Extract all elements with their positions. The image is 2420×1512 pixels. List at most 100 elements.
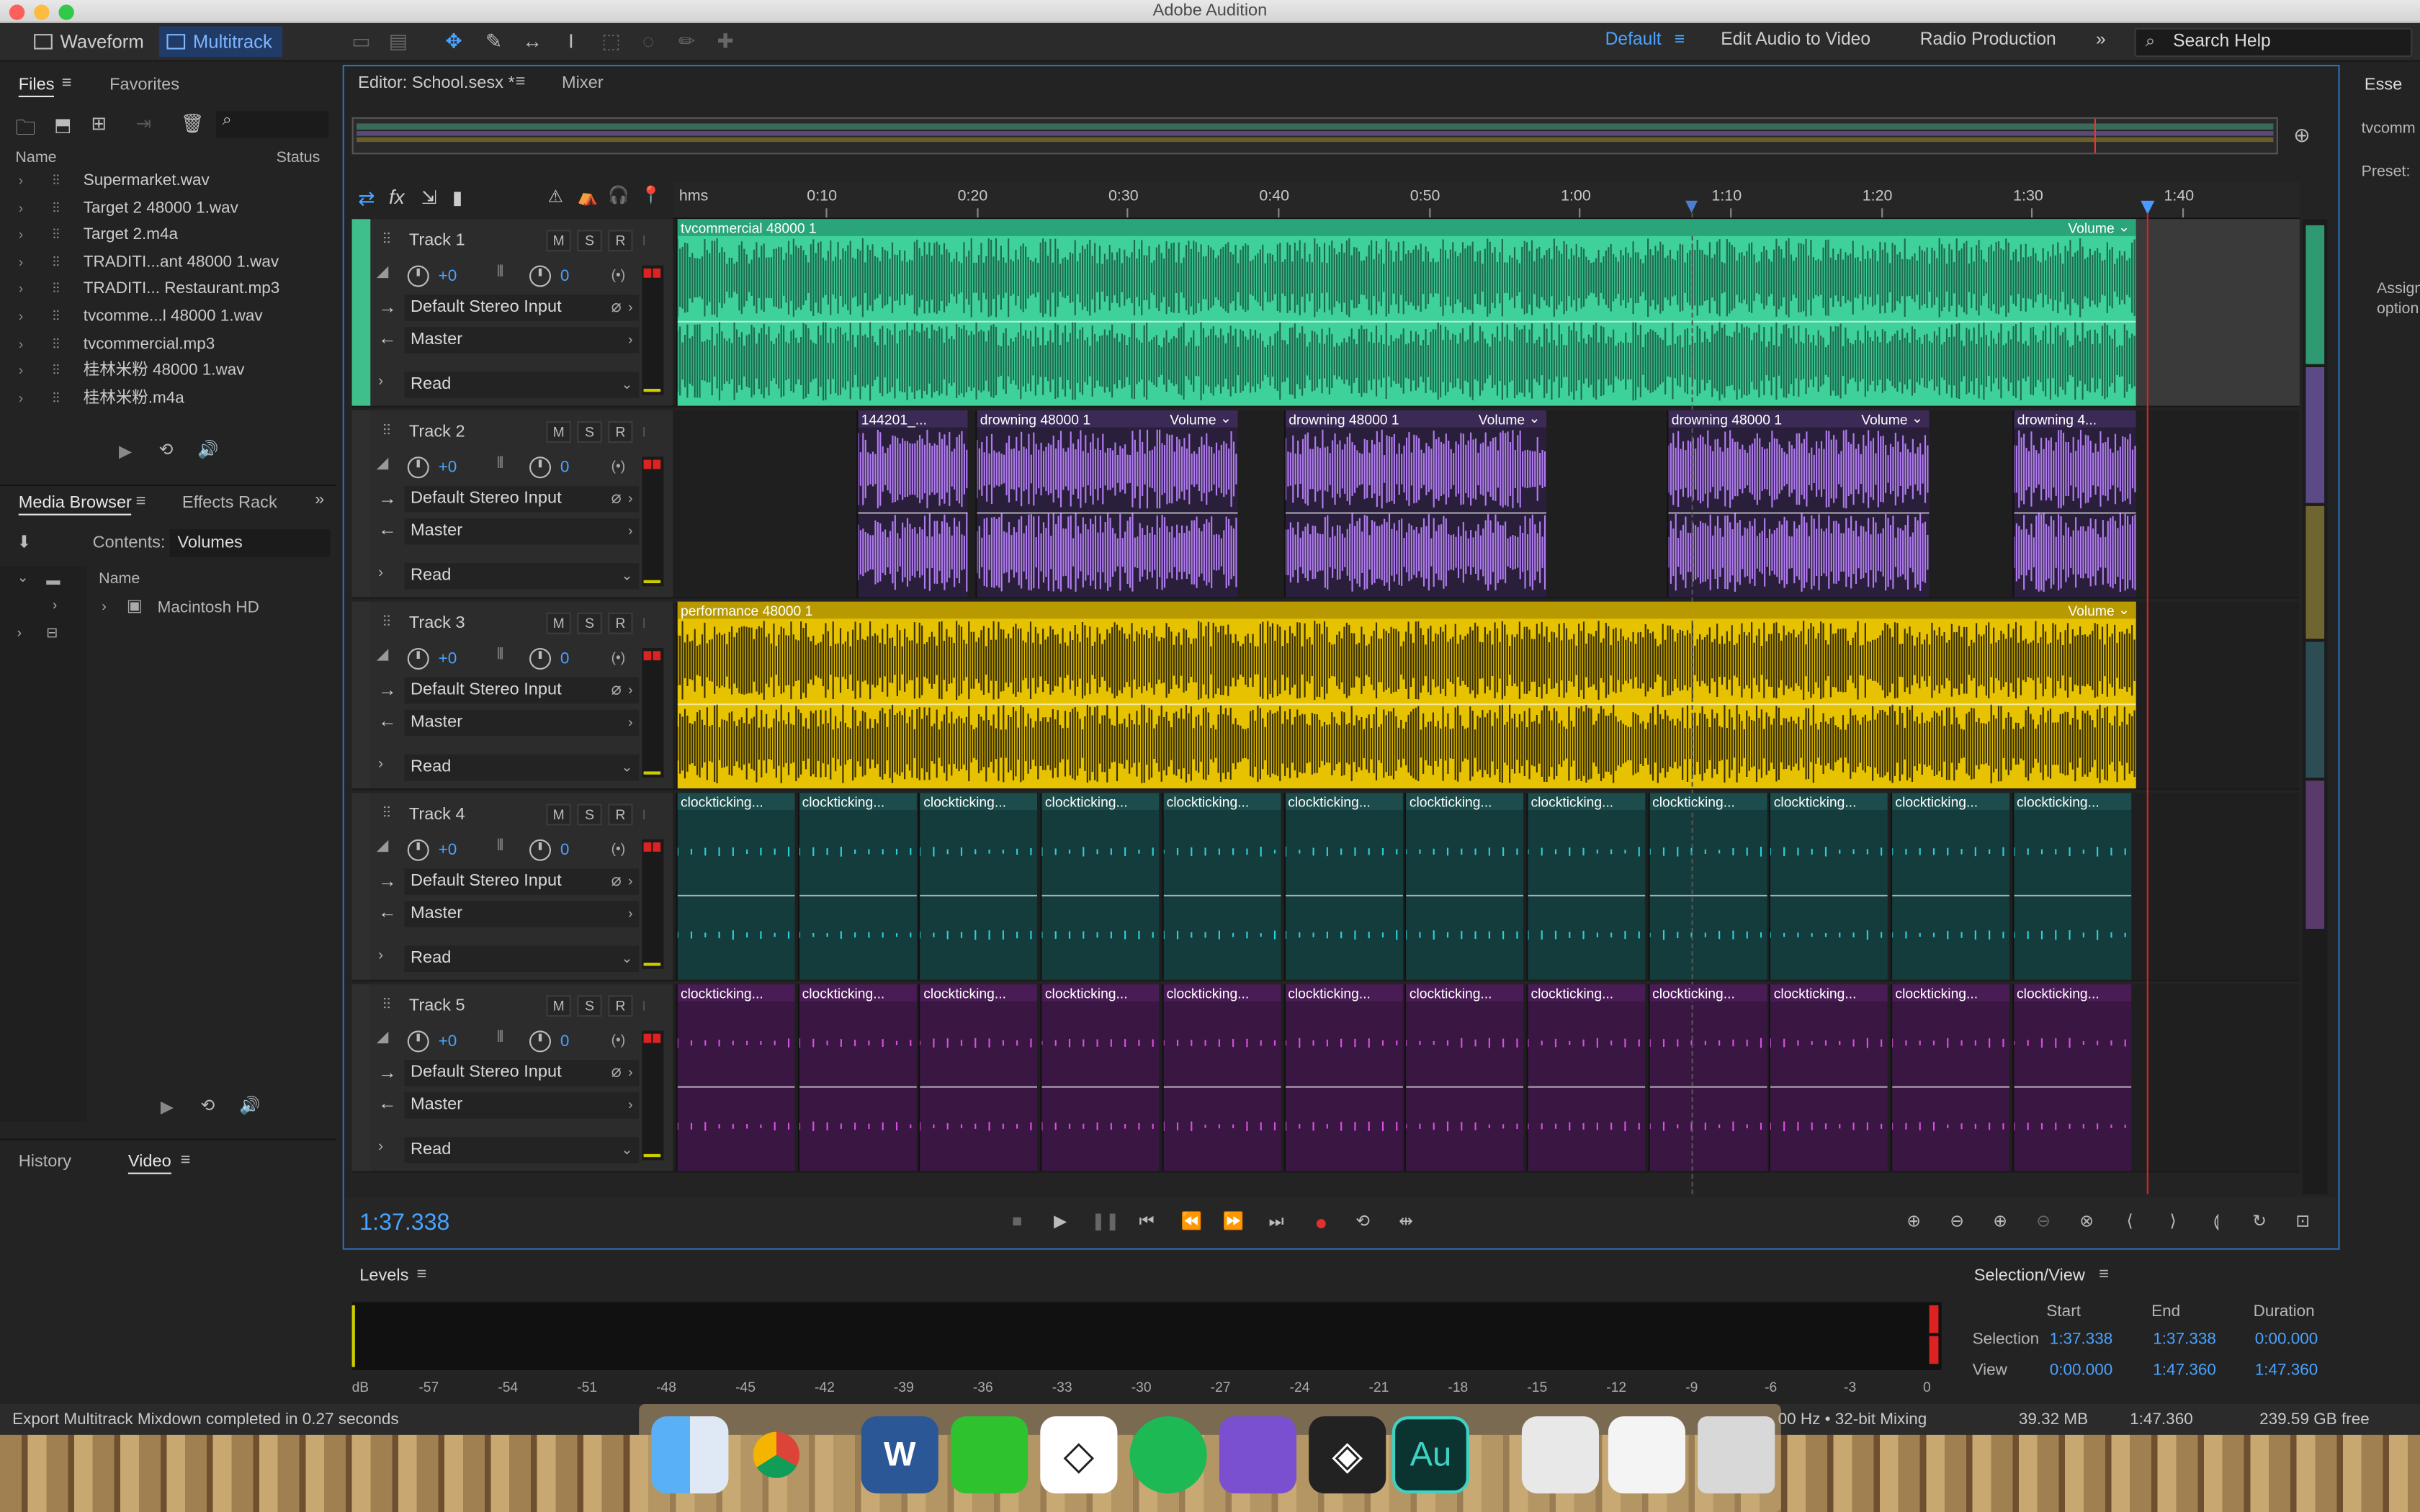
phase-invert-icon[interactable]: ⌀ <box>611 1061 622 1081</box>
volume-knob[interactable] <box>407 1030 429 1053</box>
audio-clip[interactable]: tvcommercial 48000 1 Volume ⌄ <box>676 219 2136 406</box>
documents-folder-icon[interactable] <box>1521 1416 1599 1494</box>
track-color-bar[interactable] <box>351 601 371 788</box>
pan-knob[interactable] <box>529 1030 551 1053</box>
stereo-icon[interactable]: (•) <box>611 649 626 665</box>
output-dropdown[interactable]: Master › <box>404 1092 640 1119</box>
volume-envelope[interactable] <box>1286 512 1547 514</box>
volume-envelope[interactable] <box>977 512 1238 514</box>
volume-envelope[interactable] <box>677 1086 795 1088</box>
audio-clip[interactable]: clockticking... <box>1526 793 1646 980</box>
automation-mode-dropdown[interactable]: Read ⌄ <box>404 754 640 781</box>
expand-arrow-icon[interactable]: › <box>378 374 383 391</box>
volume-value[interactable]: +0 <box>439 1032 457 1051</box>
play-button[interactable]: ▶ <box>1048 1210 1072 1234</box>
selection-duration[interactable]: 0:00.000 <box>2255 1330 2318 1349</box>
zoom-reset-icon[interactable]: ⊡ <box>2290 1210 2315 1234</box>
pan-value[interactable]: 0 <box>560 458 570 477</box>
chevron-down-icon[interactable]: ⌄ <box>1912 410 1923 428</box>
input-dropdown[interactable]: Default Stereo Input › <box>404 294 640 321</box>
pan-value[interactable]: 0 <box>560 267 570 286</box>
zoom-out-amplitude-icon[interactable]: ⊖ <box>1945 1210 1969 1234</box>
pause-button[interactable]: ❚❚ <box>1091 1210 1120 1234</box>
output-dropdown[interactable]: Master › <box>404 901 640 927</box>
audio-clip[interactable]: clockticking... <box>797 984 917 1171</box>
volume-envelope[interactable] <box>1406 1086 1524 1088</box>
volume-envelope[interactable] <box>1284 1086 1402 1088</box>
volume-envelope[interactable] <box>920 1086 1038 1088</box>
input-dropdown[interactable]: Default Stereo Input › <box>404 486 640 513</box>
volume-knob[interactable] <box>407 456 429 479</box>
pan-value[interactable]: 0 <box>560 1032 570 1051</box>
audio-clip[interactable]: clockticking... <box>2012 793 2131 980</box>
volume-envelope[interactable] <box>1528 894 1646 896</box>
audio-clip[interactable]: clockticking... <box>1526 984 1646 1171</box>
mute-button[interactable]: M <box>546 995 571 1017</box>
volume-envelope[interactable] <box>677 894 795 896</box>
automation-mode-dropdown[interactable]: Read ⌄ <box>404 945 640 972</box>
volume-knob[interactable] <box>407 265 429 287</box>
output-dropdown[interactable]: Master › <box>404 709 640 737</box>
input-dropdown[interactable]: Default Stereo Input › <box>404 868 640 895</box>
pan-knob[interactable] <box>529 456 551 479</box>
track-lane[interactable]: 144201_... drowning 48000 1 Volume ⌄ drownin… <box>673 410 2300 598</box>
zoom-out-time-icon[interactable]: ⊖ <box>2031 1210 2056 1234</box>
zoom-in-point-in-icon[interactable]: ⟨ <box>2118 1210 2142 1234</box>
selection-start[interactable]: 1:37.338 <box>2050 1330 2113 1349</box>
track-name[interactable]: Track 4 <box>409 806 465 824</box>
selection-end[interactable]: 1:37.338 <box>2153 1330 2216 1349</box>
input-monitor-icon[interactable]: I <box>642 998 660 1017</box>
solo-button[interactable]: S <box>577 804 602 826</box>
zoom-tracks-icon[interactable]: ↻ <box>2247 1210 2272 1234</box>
stop-button[interactable]: ■ <box>1005 1210 1029 1234</box>
pan-knob[interactable] <box>529 265 551 287</box>
volume-envelope[interactable] <box>1284 894 1402 896</box>
audio-clip[interactable]: clockticking... <box>918 984 1038 1171</box>
volume-envelope[interactable] <box>677 703 2136 706</box>
chevron-down-icon[interactable]: ⌄ <box>2118 602 2130 619</box>
view-start[interactable]: 0:00.000 <box>2050 1361 2113 1380</box>
zoom-in-time-icon[interactable]: ⊕ <box>1988 1210 2012 1234</box>
pan-knob[interactable] <box>529 839 551 861</box>
zoom-in-point-out-icon[interactable]: ⟩ <box>2161 1210 2185 1234</box>
unity-icon[interactable]: ◈ <box>1309 1416 1386 1494</box>
volume-envelope[interactable] <box>1649 1086 1767 1088</box>
mute-button[interactable]: M <box>546 612 571 634</box>
audition-icon[interactable]: Au <box>1392 1416 1469 1494</box>
pan-value[interactable]: 0 <box>560 841 570 860</box>
record-button[interactable]: ● <box>1309 1210 1333 1234</box>
levels-menu-icon[interactable]: ≡ <box>417 1265 427 1284</box>
solo-button[interactable]: S <box>577 612 602 634</box>
input-monitor-icon[interactable]: I <box>642 807 660 826</box>
track-name[interactable]: Track 2 <box>409 423 465 441</box>
input-monitor-icon[interactable]: I <box>642 233 660 252</box>
essential-sound-title[interactable]: Esse <box>2365 76 2402 94</box>
volume-value[interactable]: +0 <box>439 841 457 860</box>
volume-envelope[interactable] <box>2013 1086 2131 1088</box>
time-display[interactable]: 1:37.338 <box>359 1210 449 1236</box>
audio-clip[interactable]: clockticking... <box>1040 793 1160 980</box>
volume-envelope[interactable] <box>1892 1086 2009 1088</box>
volume-envelope[interactable] <box>2014 512 2136 514</box>
solo-button[interactable]: S <box>577 995 602 1017</box>
audio-clip[interactable]: clockticking... <box>1283 984 1402 1171</box>
skip-selection-button[interactable]: ⇹ <box>1394 1210 1418 1234</box>
volume-envelope[interactable] <box>920 894 1038 896</box>
input-dropdown[interactable]: Default Stereo Input › <box>404 677 640 704</box>
record-arm-button[interactable]: R <box>608 995 633 1017</box>
audio-clip[interactable]: clockticking... <box>1404 984 1524 1171</box>
chrome-icon[interactable] <box>738 1416 815 1493</box>
phase-invert-icon[interactable]: ⌀ <box>611 870 622 891</box>
volume-envelope[interactable] <box>1770 1086 1888 1088</box>
record-arm-button[interactable]: R <box>608 230 633 252</box>
volume-envelope[interactable] <box>1041 894 1160 896</box>
chevron-down-icon[interactable]: ⌄ <box>1528 410 1540 428</box>
volume-envelope[interactable] <box>799 894 917 896</box>
audio-clip[interactable]: clockticking... <box>1647 793 1767 980</box>
phase-invert-icon[interactable]: ⌀ <box>611 679 622 699</box>
record-arm-button[interactable]: R <box>608 804 633 826</box>
track-color-bar[interactable] <box>351 793 371 980</box>
audio-clip[interactable]: clockticking... <box>676 793 795 980</box>
expand-arrow-icon[interactable]: › <box>378 756 383 773</box>
zoom-in-amplitude-icon[interactable]: ⊕ <box>1901 1210 1926 1234</box>
